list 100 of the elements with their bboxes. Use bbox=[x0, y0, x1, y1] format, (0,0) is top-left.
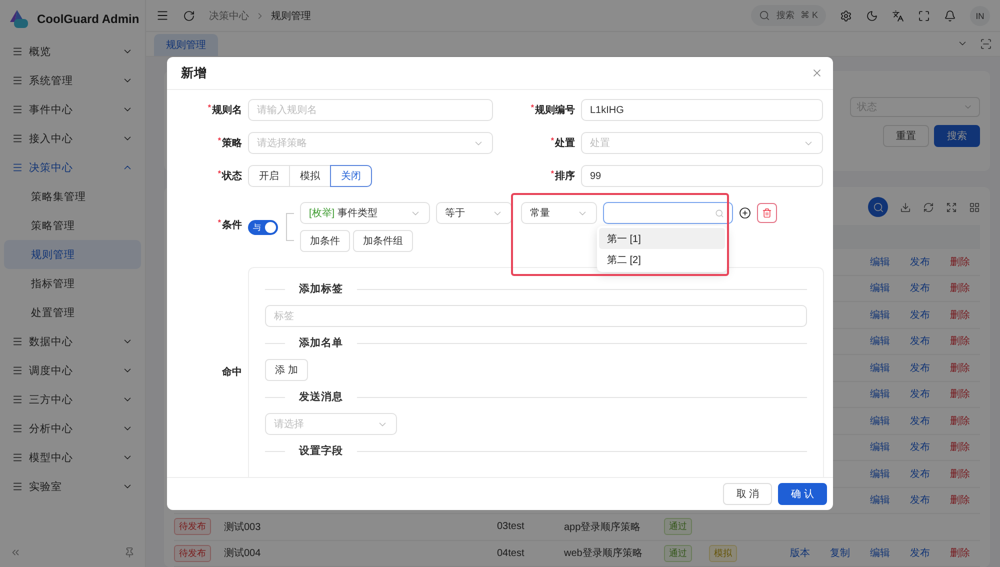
grid-icon[interactable] bbox=[969, 202, 980, 212]
filter-button[interactable]: 搜索 bbox=[934, 125, 980, 147]
search-field[interactable]: 搜索 ⌘ K bbox=[751, 5, 826, 26]
segment-option[interactable]: 模拟 bbox=[289, 165, 331, 187]
dialog-button[interactable]: 确 认 bbox=[778, 483, 827, 505]
add-condition-button[interactable]: 加条件 bbox=[300, 230, 350, 252]
action-link[interactable]: 复制 bbox=[820, 546, 860, 560]
select-field[interactable]: 请选择策略 bbox=[248, 132, 493, 154]
nav-subitem[interactable]: 策略管理 bbox=[4, 211, 141, 240]
download-icon[interactable] bbox=[900, 202, 911, 212]
nav-item[interactable]: 系统管理 bbox=[4, 66, 141, 95]
value-type-select[interactable]: 常量 bbox=[521, 202, 597, 224]
action-link[interactable]: 编辑 bbox=[860, 360, 900, 375]
nav-item[interactable]: 接入中心 bbox=[4, 124, 141, 153]
select-field[interactable]: 请选择 bbox=[265, 413, 397, 435]
nav-item[interactable]: 模型中心 bbox=[4, 443, 141, 472]
operator-select[interactable]: 等于 bbox=[436, 202, 512, 224]
expand-icon[interactable] bbox=[946, 202, 957, 212]
action-link[interactable]: 删除 bbox=[940, 466, 980, 481]
action-link[interactable]: 删除 bbox=[940, 254, 980, 269]
action-link[interactable]: 发布 bbox=[900, 254, 940, 269]
segment-option[interactable]: 关闭 bbox=[330, 165, 372, 187]
action-link[interactable]: 版本 bbox=[780, 546, 820, 560]
action-link[interactable]: 发布 bbox=[900, 493, 940, 508]
nav-item[interactable]: 数据中心 bbox=[4, 327, 141, 356]
segment-option[interactable]: 开启 bbox=[248, 165, 290, 187]
translate-icon[interactable] bbox=[892, 10, 904, 22]
action-link[interactable]: 删除 bbox=[940, 414, 980, 428]
nav-item[interactable]: 事件中心 bbox=[4, 95, 141, 124]
action-link[interactable]: 发布 bbox=[900, 360, 940, 375]
action-link[interactable]: 编辑 bbox=[860, 466, 900, 481]
action-link[interactable]: 编辑 bbox=[860, 493, 900, 508]
action-link[interactable]: 删除 bbox=[940, 360, 980, 375]
dropdown-option[interactable]: 第一 [1] bbox=[599, 228, 725, 249]
menu-icon[interactable] bbox=[156, 9, 169, 22]
nav-item[interactable]: 实验室 bbox=[4, 472, 141, 501]
pin-icon[interactable] bbox=[124, 546, 135, 558]
nav-subitem[interactable]: 指标管理 bbox=[4, 269, 141, 298]
nav-item[interactable]: 决策中心 bbox=[4, 153, 141, 182]
tab[interactable]: 规则管理 bbox=[154, 34, 218, 56]
nav-subitem[interactable]: 处置管理 bbox=[4, 298, 141, 327]
moon-icon[interactable] bbox=[866, 10, 878, 22]
breadcrumb-item[interactable]: 决策中心 bbox=[209, 8, 249, 22]
field-select[interactable]: [枚举] 事件类型 bbox=[300, 202, 430, 224]
table-cell-text: 测试003 bbox=[224, 520, 262, 534]
search-icon[interactable] bbox=[868, 197, 888, 217]
text-input[interactable]: 标签 bbox=[265, 305, 807, 327]
action-link[interactable]: 编辑 bbox=[860, 308, 900, 322]
text-input[interactable]: 99 bbox=[581, 165, 823, 187]
action-link[interactable]: 发布 bbox=[900, 334, 940, 348]
breadcrumb-item[interactable]: 规则管理 bbox=[271, 8, 311, 22]
action-link[interactable]: 发布 bbox=[900, 308, 940, 322]
table-cell-text: 04test bbox=[497, 548, 526, 559]
action-link[interactable]: 发布 bbox=[900, 281, 940, 296]
action-link[interactable]: 编辑 bbox=[860, 387, 900, 402]
refresh-icon[interactable] bbox=[183, 10, 195, 22]
filter-button[interactable]: 重置 bbox=[883, 125, 929, 147]
action-link[interactable]: 编辑 bbox=[860, 281, 900, 296]
plus-circle-icon[interactable] bbox=[739, 207, 751, 219]
action-link[interactable]: 删除 bbox=[940, 281, 980, 296]
action-link[interactable]: 发布 bbox=[900, 387, 940, 402]
action-link[interactable]: 发布 bbox=[900, 440, 940, 454]
close-icon[interactable] bbox=[811, 67, 823, 79]
text-input[interactable]: L1kIHG bbox=[581, 99, 823, 121]
settings-icon[interactable] bbox=[840, 10, 852, 22]
action-link[interactable]: 编辑 bbox=[860, 254, 900, 269]
delete-button[interactable] bbox=[757, 203, 777, 223]
action-link[interactable]: 编辑 bbox=[860, 334, 900, 348]
action-link[interactable]: 删除 bbox=[940, 493, 980, 508]
scan-icon[interactable] bbox=[980, 38, 992, 50]
action-link[interactable]: 删除 bbox=[940, 334, 980, 348]
action-link[interactable]: 编辑 bbox=[860, 414, 900, 428]
action-link[interactable]: 编辑 bbox=[860, 546, 900, 560]
nav-subitem[interactable]: 策略集管理 bbox=[4, 182, 141, 211]
nav-item[interactable]: 调度中心 bbox=[4, 356, 141, 385]
select-field[interactable]: 处置 bbox=[581, 132, 823, 154]
value-search-field[interactable] bbox=[603, 202, 733, 224]
logic-toggle[interactable]: 与 bbox=[248, 220, 278, 234]
nav-item[interactable]: 概览 bbox=[4, 37, 141, 66]
nav-item[interactable]: 三方中心 bbox=[4, 385, 141, 414]
bell-icon[interactable] bbox=[944, 10, 956, 22]
nav-item[interactable]: 分析中心 bbox=[4, 414, 141, 443]
dropdown-option[interactable]: 第二 [2] bbox=[599, 249, 725, 270]
add-button[interactable]: 添 加 bbox=[265, 359, 308, 381]
refresh-icon[interactable] bbox=[923, 202, 934, 212]
action-link[interactable]: 删除 bbox=[940, 546, 980, 560]
action-link[interactable]: 发布 bbox=[900, 414, 940, 428]
nav-subitem[interactable]: 规则管理 bbox=[4, 240, 141, 269]
text-input[interactable]: 请输入规则名 bbox=[248, 99, 493, 121]
add-condition-button[interactable]: 加条件组 bbox=[353, 230, 413, 252]
avatar[interactable]: IN bbox=[970, 6, 990, 26]
fullscreen-icon[interactable] bbox=[918, 10, 930, 22]
action-link[interactable]: 编辑 bbox=[860, 440, 900, 454]
action-link[interactable]: 发布 bbox=[900, 546, 940, 560]
field-label: *条件 bbox=[218, 218, 242, 232]
action-link[interactable]: 发布 bbox=[900, 466, 940, 481]
action-link[interactable]: 删除 bbox=[940, 387, 980, 402]
action-link[interactable]: 删除 bbox=[940, 308, 980, 322]
action-link[interactable]: 删除 bbox=[940, 440, 980, 454]
dialog-button[interactable]: 取 消 bbox=[723, 483, 772, 505]
